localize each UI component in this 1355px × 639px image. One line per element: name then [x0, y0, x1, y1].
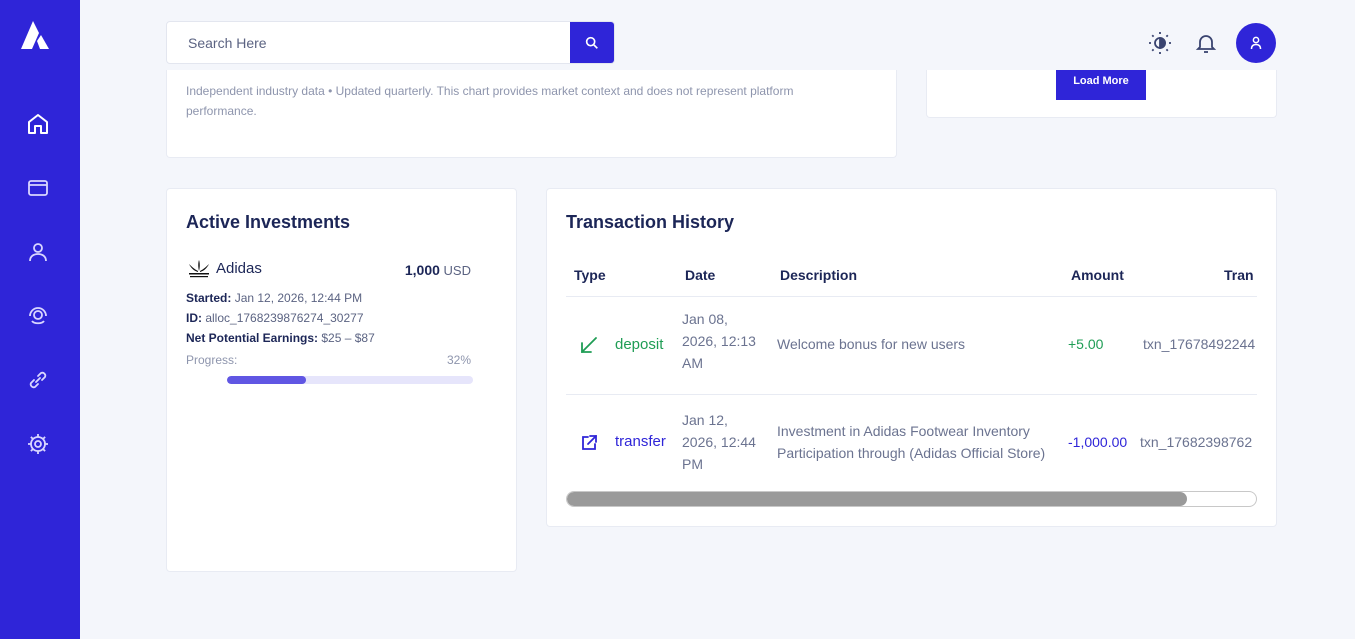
app-logo[interactable] [19, 19, 51, 51]
active-investments-title: Active Investments [186, 212, 351, 232]
arrow-down-left-icon [579, 335, 599, 355]
search-bar [166, 21, 615, 64]
transaction-amount: +5.00 [1068, 336, 1104, 352]
investment-id: ID: alloc_1768239876274_30277 [186, 311, 364, 325]
transaction-date: Jan 12, 2026, 12:44 PM [682, 412, 756, 472]
column-header-description[interactable]: Description [780, 267, 857, 283]
progress-label: Progress: [186, 353, 238, 367]
header-divider [566, 296, 1257, 297]
transaction-date: Jan 08, 2026, 12:13 AM [682, 311, 756, 371]
transaction-type: deposit [615, 336, 664, 353]
investment-started: Started: Jan 12, 2026, 12:44 PM [186, 291, 363, 305]
external-link-icon [579, 433, 599, 453]
column-header-transaction-id[interactable]: Tran [1224, 267, 1254, 283]
transaction-amount: -1,000.00 [1068, 434, 1128, 450]
progress-value: 32% [446, 353, 471, 367]
bell-icon[interactable] [1194, 31, 1218, 55]
scrollbar-thumb[interactable] [567, 492, 1187, 506]
transaction-id: txn_17682398762 [1140, 434, 1253, 450]
horizontal-scrollbar[interactable] [566, 491, 1257, 507]
transaction-description: Welcome bonus for new users [777, 336, 966, 352]
market-disclaimer: Independent industry data • Updated quar… [186, 84, 794, 118]
theme-toggle-icon[interactable] [1148, 31, 1172, 55]
adidas-logo-icon [187, 259, 211, 279]
investment-amount: 1,000 USD [404, 262, 471, 278]
side-card: Load More [926, 70, 1277, 118]
transaction-history-card: Transaction History Type Date Descriptio… [546, 188, 1277, 527]
wallet-icon[interactable] [26, 176, 50, 200]
column-header-date[interactable]: Date [685, 267, 715, 283]
link-icon[interactable] [26, 368, 50, 392]
search-input[interactable] [167, 22, 572, 63]
search-button[interactable] [570, 22, 614, 63]
progress-bar [227, 376, 473, 384]
support-icon[interactable] [26, 304, 50, 328]
sidebar [0, 0, 80, 639]
gear-icon[interactable] [26, 432, 50, 456]
search-icon [585, 36, 598, 49]
load-more-button[interactable]: Load More [1056, 70, 1146, 100]
transaction-table[interactable]: Type Date Description Amount Tran deposi… [566, 253, 1257, 493]
column-header-type[interactable]: Type [574, 267, 606, 283]
row-divider [566, 394, 1257, 395]
active-investments-card: Active Investments Adidas 1,000 USD Star… [166, 188, 517, 572]
transaction-history-title: Transaction History [566, 212, 735, 232]
investment-name: Adidas [216, 260, 262, 277]
progress-fill [227, 376, 306, 384]
market-context-card: Independent industry data • Updated quar… [166, 70, 897, 158]
transaction-description: Investment in Adidas Footwear Inventory … [777, 423, 1046, 461]
transaction-type: transfer [615, 433, 666, 450]
transaction-id: txn_17678492244 [1143, 336, 1256, 352]
avatar[interactable] [1236, 23, 1276, 63]
column-header-amount[interactable]: Amount [1071, 267, 1124, 283]
user-icon [1250, 36, 1262, 50]
user-icon[interactable] [26, 240, 50, 264]
investment-earnings: Net Potential Earnings: $25 – $87 [186, 331, 375, 345]
home-icon[interactable] [26, 112, 50, 136]
